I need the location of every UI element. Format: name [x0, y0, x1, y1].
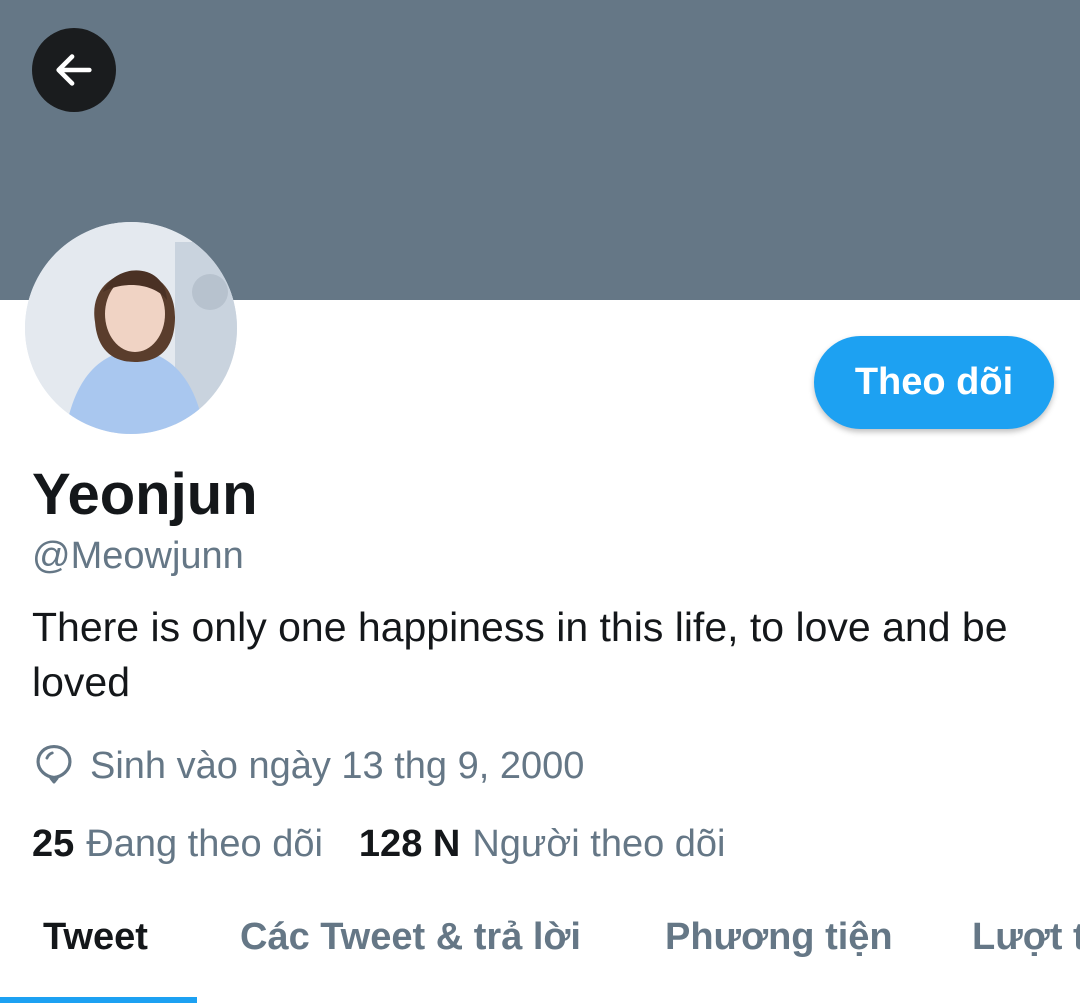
arrow-left-icon: [56, 54, 92, 86]
following-label: Đang theo dõi: [86, 823, 323, 865]
back-button[interactable]: [32, 28, 116, 112]
balloon-icon: [36, 744, 72, 784]
following-stat[interactable]: 25 Đang theo dõi: [32, 820, 323, 868]
profile-page: Theo dõi Yeonjun @Meowjunn There is only…: [0, 0, 1080, 1003]
tab-tweets[interactable]: Tweet: [43, 912, 148, 962]
tab-likes[interactable]: Lượt thích: [972, 912, 1080, 962]
followers-label: Người theo dõi: [472, 823, 726, 865]
user-handle: @Meowjunn: [32, 535, 244, 577]
tab-media[interactable]: Phương tiện: [665, 912, 893, 962]
followers-stat[interactable]: 128 N Người theo dõi: [359, 820, 726, 868]
birthday-text: Sinh vào ngày 13 thg 9, 2000: [90, 745, 585, 787]
avatar[interactable]: [25, 222, 237, 434]
follow-button[interactable]: Theo dõi: [814, 336, 1054, 429]
tab-tweets-and-replies[interactable]: Các Tweet & trả lời: [240, 912, 581, 962]
display-name: Yeonjun: [32, 462, 258, 527]
active-tab-indicator: [0, 997, 197, 1003]
follow-stats: 25 Đang theo dõi 128 N Người theo dõi: [32, 820, 726, 868]
birthday-row: Sinh vào ngày 13 thg 9, 2000: [32, 742, 584, 790]
profile-bio: There is only one happiness in this life…: [32, 604, 1008, 705]
following-count: 25: [32, 823, 75, 865]
followers-count: 128 N: [358, 823, 461, 865]
profile-tabs: Tweet Các Tweet & trả lời Phương tiện Lư…: [0, 890, 1080, 1003]
avatar-image: [25, 222, 237, 434]
